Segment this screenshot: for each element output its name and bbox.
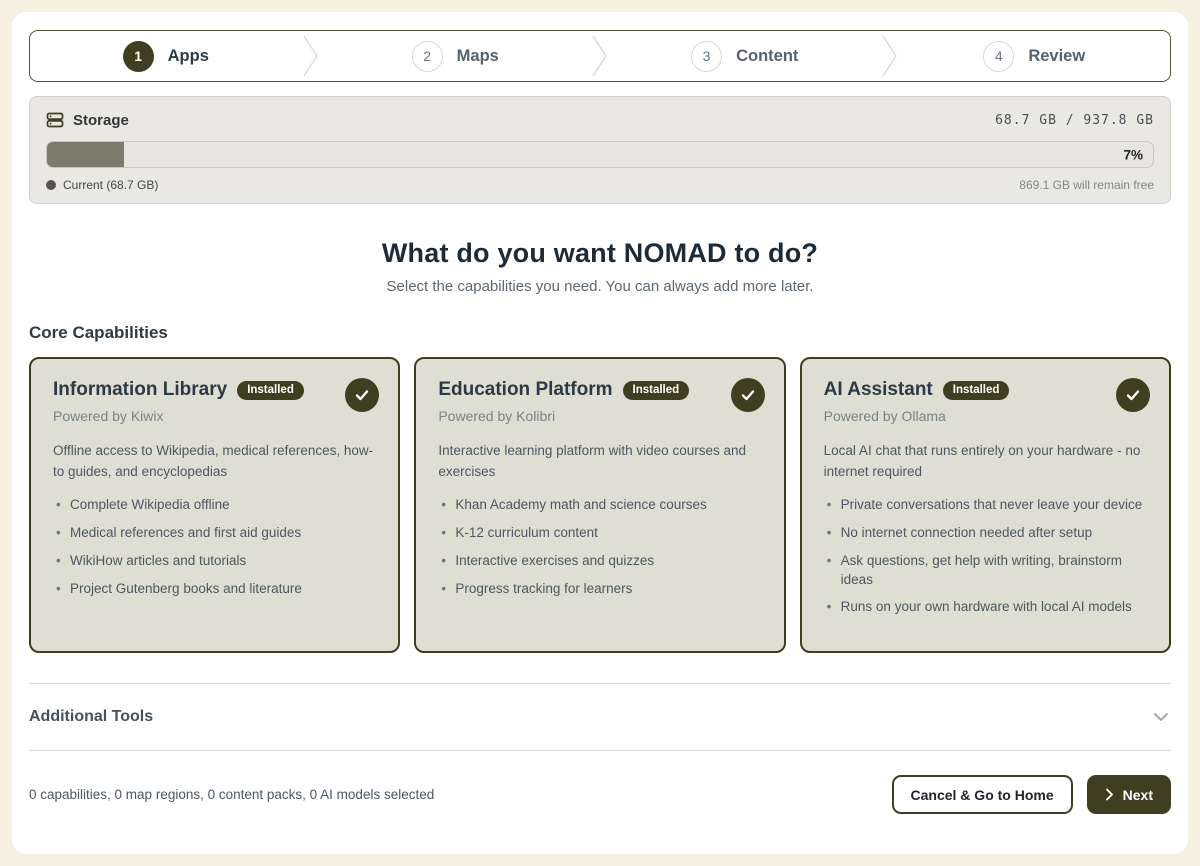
card-ai-assistant[interactable]: AI Assistant Installed Powered by Ollama… (800, 357, 1171, 653)
step-number-badge: 4 (983, 41, 1014, 72)
chevron-separator-icon (591, 31, 609, 81)
selection-summary: 0 capabilities, 0 map regions, 0 content… (29, 787, 434, 802)
storage-drive-icon (46, 111, 64, 129)
storage-percent-label: 7% (1123, 147, 1143, 162)
chevron-separator-icon (302, 31, 320, 81)
feature-item: Runs on your own hardware with local AI … (824, 598, 1147, 617)
step-maps[interactable]: 2 Maps (320, 31, 592, 81)
feature-item: WikiHow articles and tutorials (53, 552, 376, 571)
additional-tools-label: Additional Tools (29, 708, 153, 726)
storage-progress-bar: 7% (46, 141, 1154, 168)
step-label: Maps (457, 47, 499, 66)
card-description: Interactive learning platform with video… (438, 441, 761, 483)
wizard-stepper: 1 Apps 2 Maps 3 Content 4 Review (29, 30, 1171, 82)
card-information-library[interactable]: Information Library Installed Powered by… (29, 357, 400, 653)
legend-current-dot (46, 180, 56, 190)
step-label: Review (1028, 47, 1085, 66)
page-subtitle: Select the capabilities you need. You ca… (29, 278, 1171, 295)
card-title: AI Assistant (824, 379, 933, 401)
installed-badge: Installed (237, 381, 304, 400)
feature-item: Private conversations that never leave y… (824, 496, 1147, 515)
step-number-badge: 3 (691, 41, 722, 72)
feature-list: Private conversations that never leave y… (824, 496, 1147, 617)
feature-item: Interactive exercises and quizzes (438, 552, 761, 571)
card-education-platform[interactable]: Education Platform Installed Powered by … (414, 357, 785, 653)
setup-wizard-panel: 1 Apps 2 Maps 3 Content 4 Review (12, 12, 1188, 854)
step-label: Content (736, 47, 798, 66)
powered-by-label: Powered by Kiwix (53, 408, 376, 424)
installed-badge: Installed (943, 381, 1010, 400)
additional-tools-toggle[interactable]: Additional Tools (29, 684, 1171, 750)
card-title: Education Platform (438, 379, 612, 401)
chevron-separator-icon (881, 31, 899, 81)
step-content[interactable]: 3 Content (609, 31, 881, 81)
legend-current-label: Current (68.7 GB) (63, 178, 158, 192)
feature-item: Project Gutenberg books and literature (53, 580, 376, 599)
powered-by-label: Powered by Ollama (824, 408, 1147, 424)
storage-remaining-label: 869.1 GB will remain free (1019, 178, 1154, 192)
feature-item: Ask questions, get help with writing, br… (824, 552, 1147, 590)
feature-item: No internet connection needed after setu… (824, 524, 1147, 543)
core-capabilities-heading: Core Capabilities (29, 323, 1171, 343)
step-number-badge: 1 (123, 41, 154, 72)
page-title: What do you want NOMAD to do? (29, 238, 1171, 269)
step-number-badge: 2 (412, 41, 443, 72)
step-review[interactable]: 4 Review (899, 31, 1171, 81)
capability-cards: Information Library Installed Powered by… (29, 357, 1171, 653)
installed-badge: Installed (623, 381, 690, 400)
storage-progress-fill (47, 142, 124, 167)
feature-item: K-12 curriculum content (438, 524, 761, 543)
check-icon[interactable] (1116, 378, 1150, 412)
check-icon[interactable] (345, 378, 379, 412)
storage-usage-text: 68.7 GB / 937.8 GB (995, 113, 1154, 128)
storage-title: Storage (73, 112, 129, 129)
feature-list: Khan Academy math and science courses K-… (438, 496, 761, 599)
next-button-label: Next (1123, 787, 1153, 803)
next-button[interactable]: Next (1087, 775, 1171, 814)
storage-panel: Storage 68.7 GB / 937.8 GB 7% Current (6… (29, 96, 1171, 204)
card-title: Information Library (53, 379, 227, 401)
feature-item: Complete Wikipedia offline (53, 496, 376, 515)
feature-item: Medical references and first aid guides (53, 524, 376, 543)
step-label: Apps (168, 47, 209, 66)
card-description: Offline access to Wikipedia, medical ref… (53, 441, 376, 483)
chevron-down-icon (1153, 712, 1169, 722)
cancel-button[interactable]: Cancel & Go to Home (892, 775, 1073, 814)
feature-item: Progress tracking for learners (438, 580, 761, 599)
step-apps[interactable]: 1 Apps (30, 31, 302, 81)
powered-by-label: Powered by Kolibri (438, 408, 761, 424)
card-description: Local AI chat that runs entirely on your… (824, 441, 1147, 483)
chevron-right-icon (1105, 788, 1114, 801)
check-icon[interactable] (731, 378, 765, 412)
feature-item: Khan Academy math and science courses (438, 496, 761, 515)
feature-list: Complete Wikipedia offline Medical refer… (53, 496, 376, 599)
